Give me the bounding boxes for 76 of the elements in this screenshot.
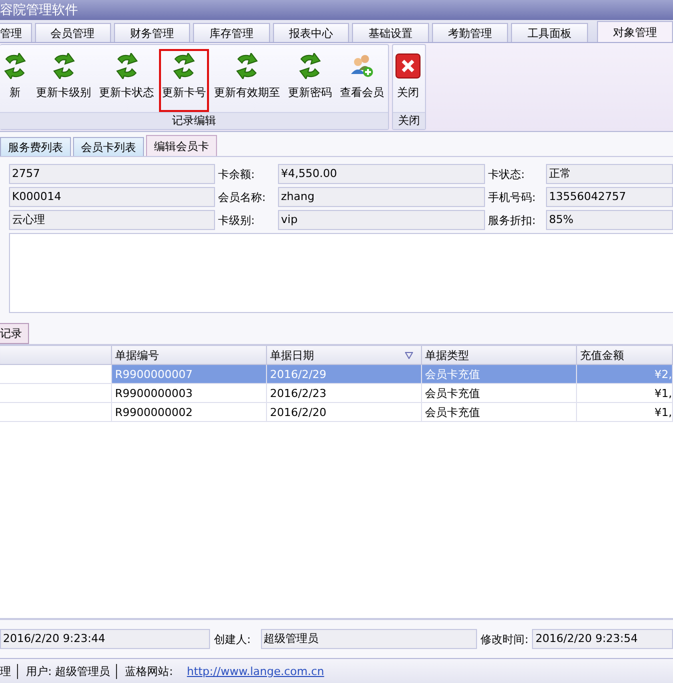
- input-field[interactable]: 85%: [546, 210, 673, 230]
- ribbon-tab[interactable]: 对象管理: [596, 21, 673, 42]
- table-cell: ¥1,: [577, 403, 673, 422]
- close-icon: [395, 53, 421, 79]
- status-text: 用户: 超级管理员: [26, 664, 118, 678]
- table-cell: 会员卡充值: [422, 384, 577, 403]
- refresh-icon: [2, 53, 28, 79]
- table-cell: 会员卡充值: [422, 403, 577, 422]
- refresh-icon: [171, 53, 197, 79]
- document-tab[interactable]: 服务费列表: [0, 137, 71, 156]
- ribbon-tab[interactable]: 基础设置: [352, 23, 429, 42]
- input-field[interactable]: vip: [278, 210, 485, 230]
- document-tab[interactable]: 会员卡列表: [73, 137, 144, 156]
- column-header[interactable]: 充值金额: [577, 346, 673, 365]
- input-field[interactable]: ¥4,550.00: [278, 164, 485, 184]
- document-tab[interactable]: 编辑会员卡: [146, 135, 217, 156]
- refresh-icon: [114, 53, 140, 79]
- input-field[interactable]: K000014: [9, 187, 215, 207]
- status-text: 蓝格网站:: [125, 664, 174, 678]
- table-cell: R9900000007: [112, 365, 267, 384]
- ribbon-tab[interactable]: 会员管理: [34, 23, 111, 42]
- field-label: 手机号码:: [487, 190, 537, 204]
- column-header[interactable]: 单据日期: [267, 346, 422, 365]
- table-cell: 2016/2/20: [267, 403, 422, 422]
- window-title: 容院管理软件: [0, 2, 78, 19]
- ribbon-tab[interactable]: 库存管理: [193, 23, 270, 42]
- input-field[interactable]: 2016/2/20 9:23:54: [532, 629, 673, 649]
- input-field[interactable]: 超级管理员: [260, 629, 477, 649]
- toolbar-button[interactable]: 更新卡级别: [33, 49, 94, 112]
- table-row[interactable]: R9900000003 2016/2/23 会员卡充值 ¥1,: [0, 384, 673, 403]
- toolbar-button[interactable]: 更新密码: [285, 49, 335, 112]
- field-label: 创建人:: [214, 632, 251, 646]
- field-label: 修改时间:: [480, 632, 528, 646]
- ribbon-tab[interactable]: 考勤管理: [432, 23, 508, 42]
- toolbar-button[interactable]: 查看会员: [337, 49, 387, 112]
- toolbar-button[interactable]: 更新卡状态: [96, 49, 157, 112]
- input-field[interactable]: zhang: [278, 187, 485, 207]
- field-label: 服务折扣:: [487, 212, 537, 228]
- table-cell: ¥1,: [577, 384, 673, 403]
- field-label: 会员名称:: [217, 190, 267, 204]
- group-label: 记录编辑: [0, 112, 388, 129]
- column-header[interactable]: 单据编号: [112, 346, 267, 365]
- refresh-icon: [50, 53, 76, 79]
- table-cell: R9900000002: [112, 403, 267, 422]
- table-cell: ¥2,: [577, 365, 673, 384]
- input-field[interactable]: 2016/2/20 9:23:44: [0, 629, 210, 649]
- ribbon-tab[interactable]: 管理: [0, 23, 32, 42]
- field-label: 卡状态:: [487, 166, 526, 182]
- ribbon-tab[interactable]: 报表中心: [272, 23, 350, 42]
- ribbon-tab[interactable]: 财务管理: [114, 23, 190, 42]
- input-field[interactable]: 云心理: [9, 210, 215, 230]
- column-header[interactable]: 单据类型: [422, 346, 577, 365]
- table-cell: 2016/2/23: [267, 384, 422, 403]
- table-cell: R9900000003: [112, 384, 267, 403]
- table-row[interactable]: R9900000002 2016/2/20 会员卡充值 ¥1,: [0, 403, 673, 422]
- toolbar-button[interactable]: 更新有效期至: [211, 49, 283, 112]
- input-field[interactable]: 2757: [9, 164, 215, 184]
- refresh-icon: [234, 53, 260, 79]
- table-cell: 会员卡充值: [422, 365, 577, 384]
- toolbar-button[interactable]: 新: [0, 49, 31, 112]
- ribbon-tab[interactable]: 工具面板: [511, 23, 588, 42]
- people-icon: [349, 53, 375, 79]
- memo-field[interactable]: [9, 233, 673, 313]
- record-tab[interactable]: 记录: [0, 323, 29, 344]
- field-label: 卡余额:: [217, 166, 256, 182]
- toolbar-button[interactable]: 关闭: [393, 49, 424, 112]
- input-field[interactable]: 正常: [546, 164, 673, 184]
- table-cell: 2016/2/29: [267, 365, 422, 384]
- toolbar-button[interactable]: 更新卡号: [159, 49, 209, 112]
- field-label: 卡级别:: [217, 212, 256, 228]
- website-link[interactable]: http://www.lange.com.cn: [186, 664, 324, 678]
- input-field[interactable]: 13556042757: [546, 187, 673, 207]
- refresh-icon: [297, 53, 323, 79]
- group-label: 关闭: [393, 112, 425, 129]
- status-text: 理: [0, 664, 18, 678]
- sort-icon: [405, 352, 413, 358]
